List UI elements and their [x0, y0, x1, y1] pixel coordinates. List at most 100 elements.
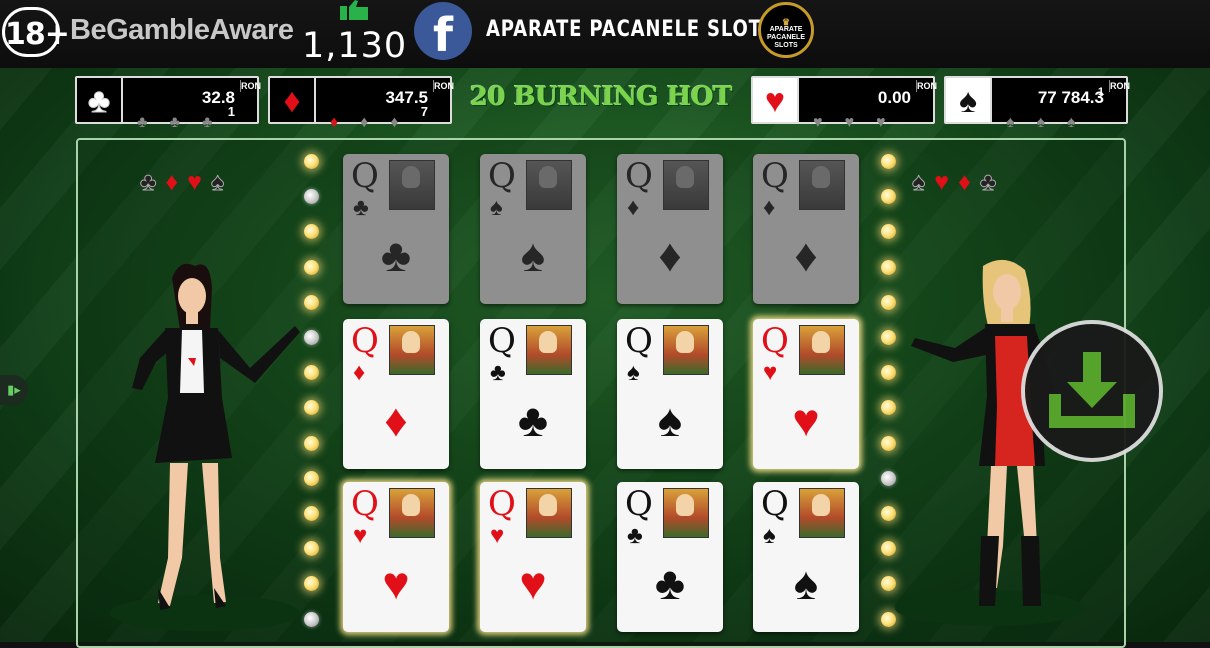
card-rank: Q — [625, 321, 653, 361]
card-rank: Q — [351, 484, 379, 524]
card-suit-large: ♠ — [793, 557, 819, 609]
light-bulb — [881, 365, 896, 381]
queen-portrait — [526, 160, 572, 210]
right-suit-legend: ♠♥♦♣ — [911, 168, 1005, 197]
hearts-icon: ♥ — [187, 168, 212, 196]
queen-portrait — [663, 325, 709, 375]
light-bulb — [881, 470, 896, 486]
facebook-icon[interactable]: f — [414, 2, 472, 62]
light-bulb — [304, 224, 319, 240]
diamonds-icon: ♦ — [165, 168, 188, 196]
left-hostess-figure — [110, 263, 300, 631]
card-rank: Q — [488, 484, 516, 524]
queen-portrait — [799, 160, 845, 210]
slot-game-area: ♣ 32.8 1 RON ♣♣♣ ♦ 347.5 7 RON ♦♦♦ 20 BU… — [0, 68, 1210, 648]
jackpot-pips: ♦♦♦ — [330, 114, 421, 131]
jackpot-value: 77 784.3 — [1037, 88, 1104, 107]
card-suit-small: ♣ — [627, 522, 643, 549]
card-suit-large: ♣ — [654, 557, 686, 609]
playing-card: Q ♣ ♣ — [343, 154, 449, 304]
playing-card: Q ♦ ♦ — [343, 319, 449, 469]
card-suit-small: ♥ — [763, 359, 778, 386]
card-suit-small: ♣ — [353, 194, 369, 221]
jackpot-small-digit: 1 — [1097, 86, 1104, 98]
playing-card: Q ♠ ♠ — [617, 319, 723, 469]
hearts-icon: ♥ — [934, 168, 959, 196]
card-suit-large: ♦ — [384, 394, 408, 446]
site-logo-line: APARATE — [769, 26, 803, 33]
clubs-icon: ♣ — [139, 168, 166, 197]
card-suit-large: ♦ — [794, 229, 818, 281]
card-suit-large: ♥ — [792, 394, 820, 446]
jackpot-pips: ♣♣♣ — [137, 114, 235, 131]
download-button[interactable] — [1021, 320, 1163, 462]
card-suit-small: ♦ — [763, 194, 776, 221]
card-suit-small: ♠ — [627, 359, 640, 386]
card-suit-large: ♥ — [519, 557, 547, 609]
game-title: 20 BURNING HOT — [469, 82, 733, 112]
queen-portrait — [526, 325, 572, 375]
light-bulb — [881, 611, 896, 627]
begambleaware-logo[interactable]: BeGambleAware — [70, 14, 294, 47]
side-panel-toggle[interactable]: ▮▸ — [0, 375, 28, 405]
spades-icon: ♠ — [911, 168, 935, 197]
crown-icon: ♛ — [781, 17, 791, 27]
jackpot-spades: ♠ 77 784.3 1 RON ♠♠♠ — [944, 76, 1130, 131]
light-bulb — [881, 154, 896, 169]
light-bulb — [304, 154, 319, 169]
light-bulb — [881, 224, 896, 240]
playing-card: Q ♣ ♣ — [480, 319, 586, 469]
light-bulb — [304, 189, 319, 205]
hearts-icon: ♥ — [753, 78, 799, 122]
light-bulb — [881, 294, 896, 310]
site-logo-line: SLOTS — [774, 42, 798, 49]
playing-card: Q ♦ ♦ — [617, 154, 723, 304]
queen-portrait — [389, 325, 435, 375]
card-rank: Q — [351, 156, 379, 196]
light-bulb — [881, 576, 896, 592]
card-suit-large: ♥ — [382, 557, 410, 609]
age-restriction-badge: 18+ — [2, 7, 70, 57]
site-name: APARATE PACANELE SLOTS — [486, 17, 776, 42]
jackpot-hearts: ♥ 0.00 RON ♥♥♥ — [751, 76, 937, 131]
diamonds-icon: ♦ — [270, 78, 316, 122]
queen-portrait — [389, 488, 435, 538]
queen-portrait — [663, 488, 709, 538]
jackpot-pips: ♥♥♥ — [813, 114, 908, 131]
playing-card: Q ♦ ♦ — [753, 154, 859, 304]
light-bulb — [881, 259, 896, 275]
light-bulb — [881, 435, 896, 451]
currency-label: RON — [1109, 80, 1130, 92]
card-rank: Q — [761, 321, 789, 361]
card-suit-small: ♠ — [763, 522, 776, 549]
light-bulb — [881, 541, 896, 557]
currency-label: RON — [240, 80, 261, 92]
jackpot-clubs: ♣ 32.8 1 RON ♣♣♣ — [75, 76, 261, 131]
jackpot-small-digit: 7 — [420, 104, 428, 119]
card-rank: Q — [488, 321, 516, 361]
site-logo-line: PACANELE — [767, 34, 805, 41]
thumbs-up-icon[interactable] — [340, 0, 370, 20]
spades-icon: ♠ — [211, 168, 234, 197]
queen-portrait — [663, 160, 709, 210]
card-suit-small: ♠ — [490, 194, 503, 221]
card-suit-large: ♣ — [517, 394, 549, 446]
queen-portrait — [389, 160, 435, 210]
site-logo[interactable]: ♛ APARATE PACANELE SLOTS — [758, 2, 814, 58]
card-rank: Q — [488, 156, 516, 196]
playing-card: Q ♠ ♠ — [753, 482, 859, 632]
playing-card: Q ♥ ♥ — [343, 482, 449, 632]
clubs-icon: ♣ — [77, 78, 123, 122]
card-suit-large: ♠ — [520, 229, 546, 281]
light-bulb — [881, 330, 896, 345]
card-suit-small: ♥ — [490, 522, 505, 549]
light-bulb — [881, 189, 896, 205]
playing-card: Q ♥ ♥ — [480, 482, 586, 632]
playing-card: Q ♣ ♣ — [617, 482, 723, 632]
card-suit-small: ♦ — [353, 359, 366, 386]
card-suit-large: ♠ — [657, 394, 683, 446]
card-rank: Q — [625, 484, 653, 524]
playing-card: Q ♥ ♥ — [753, 319, 859, 469]
jackpot-diamonds: ♦ 347.5 7 RON ♦♦♦ — [268, 76, 454, 131]
currency-label: RON — [433, 80, 454, 92]
